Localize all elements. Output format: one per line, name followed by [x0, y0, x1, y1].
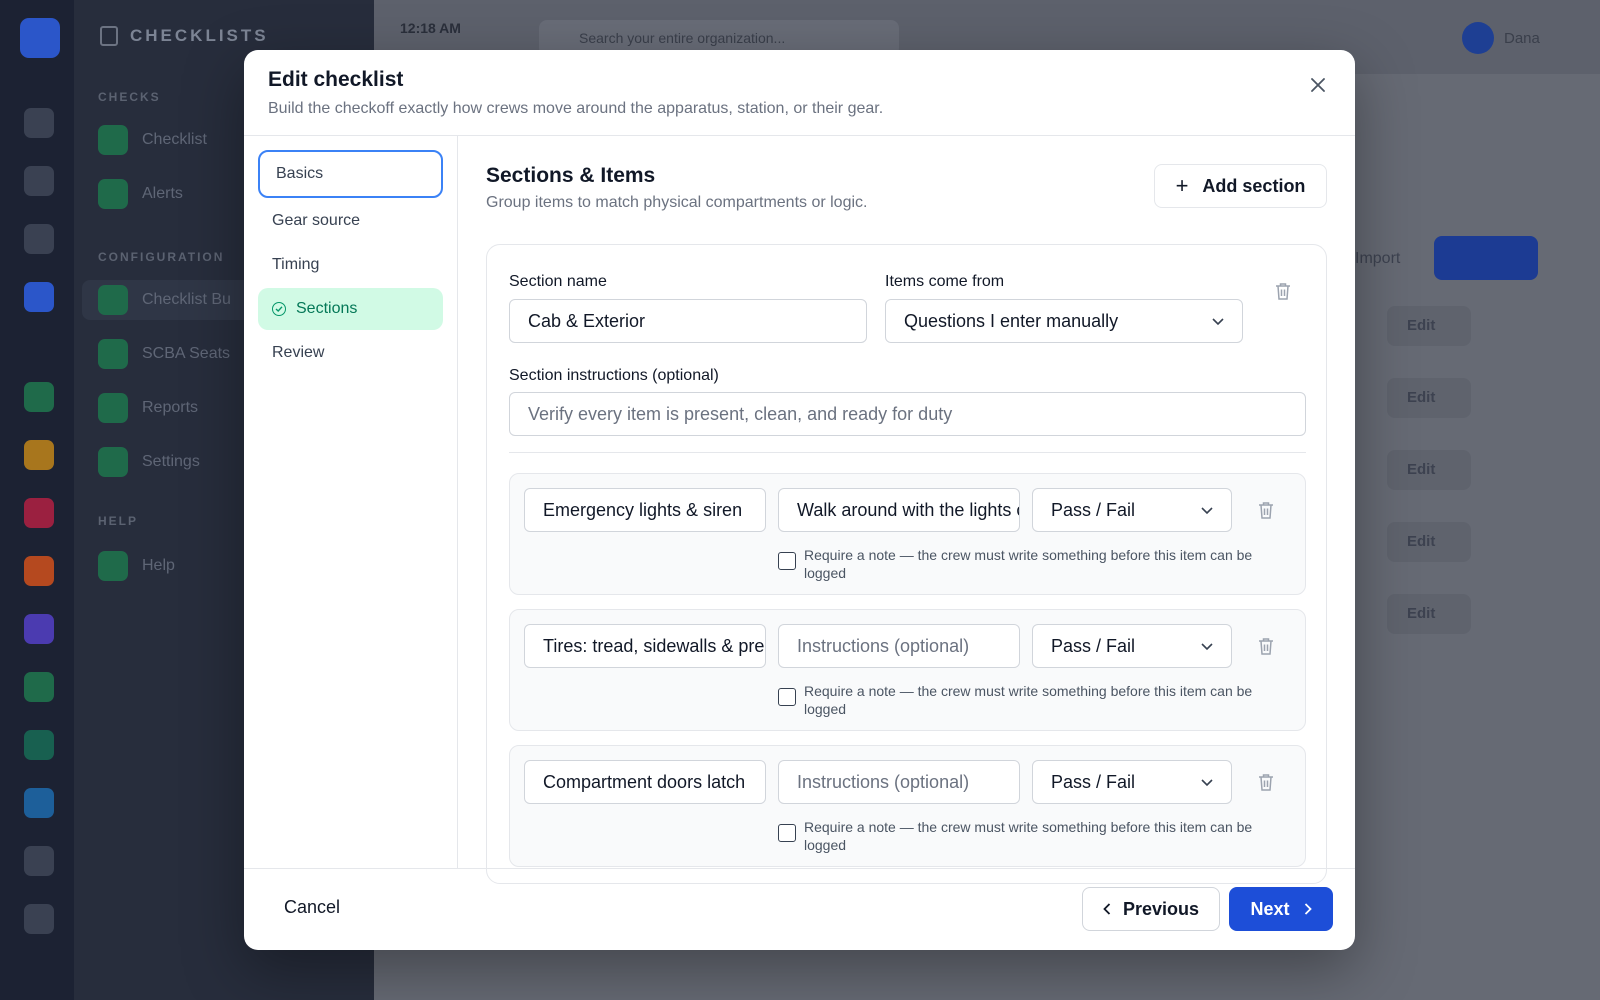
item-name-input[interactable]: Compartment doors latch	[524, 760, 766, 804]
step-gear-source[interactable]: Gear source	[258, 200, 443, 242]
row-edit-button[interactable]: Edit	[1387, 594, 1471, 634]
require-note-label: Require a note — the crew must write som…	[804, 547, 1253, 581]
chat-app-icon	[24, 730, 54, 760]
dialog-footer: Cancel Previous Next	[244, 868, 1355, 950]
nav-item-icon	[98, 551, 128, 581]
section-instructions-label: Section instructions (optional)	[509, 367, 719, 384]
checklist-item: Emergency lights & siren Walk around wit…	[509, 473, 1306, 595]
clipboard-icon	[100, 26, 118, 46]
apps-icon	[24, 282, 54, 312]
item-type-select[interactable]: Pass / Fail	[1032, 624, 1232, 668]
item-type-select[interactable]: Pass / Fail	[1032, 760, 1232, 804]
nav-item-icon	[98, 393, 128, 423]
megaphone-icon	[24, 166, 54, 196]
dialog-title: Edit checklist	[268, 68, 404, 91]
previous-button[interactable]: Previous	[1082, 887, 1220, 931]
item-instructions-input[interactable]: Instructions (optional)	[778, 760, 1020, 804]
clock: 12:18 AM	[400, 20, 461, 36]
require-note-checkbox[interactable]	[778, 688, 796, 706]
require-note-checkbox[interactable]	[778, 552, 796, 570]
nav-item-icon	[98, 285, 128, 315]
sections-header: Sections & Items Group items to match ph…	[486, 164, 1327, 240]
inventory-app-icon	[24, 440, 54, 470]
step-review[interactable]: Review	[258, 332, 443, 374]
row-edit-button[interactable]: Edit	[1387, 306, 1471, 346]
items-source-select[interactable]: Questions I enter manually	[885, 299, 1243, 343]
require-note-checkbox[interactable]	[778, 824, 796, 842]
require-note-label: Require a note — the crew must write som…	[804, 819, 1253, 853]
delete-item-icon[interactable]	[1255, 635, 1277, 657]
sidenav-title: CHECKLISTS	[100, 26, 269, 46]
avatar[interactable]	[1462, 22, 1494, 54]
chevron-down-icon	[1212, 313, 1224, 329]
checklists-app-icon	[24, 672, 54, 702]
nav-item-icon	[98, 125, 128, 155]
plus-icon: +	[1175, 173, 1189, 198]
chevron-down-icon	[1201, 774, 1213, 790]
app-logo	[20, 18, 60, 58]
nav-item-icon	[98, 447, 128, 477]
delete-section-icon[interactable]	[1272, 280, 1294, 302]
nav-group-label: CHECKS	[98, 90, 161, 104]
section-card: Section name Cab & Exterior Items come f…	[486, 244, 1327, 884]
training-app-icon	[24, 614, 54, 644]
import-button[interactable]: Import	[1355, 250, 1400, 268]
mail-app-icon	[24, 788, 54, 818]
schedule-app-icon	[24, 498, 54, 528]
nav-item-icon	[98, 339, 128, 369]
item-instructions-input[interactable]: Walk around with the lights on	[778, 488, 1020, 532]
app-rail	[0, 0, 74, 1000]
nav-group-label: CONFIGURATION	[98, 250, 225, 264]
step-basics[interactable]: Basics	[258, 150, 443, 198]
message-icon	[24, 904, 54, 934]
require-note-row: Require a note — the crew must write som…	[778, 546, 1278, 582]
cancel-button[interactable]: Cancel	[284, 897, 340, 918]
item-instructions-input[interactable]: Instructions (optional)	[778, 624, 1020, 668]
check-circle-icon	[272, 302, 286, 316]
require-note-row: Require a note — the crew must write som…	[778, 818, 1278, 854]
nav-group-label: HELP	[98, 514, 139, 528]
section-name-label: Section name	[509, 273, 607, 290]
item-type-select[interactable]: Pass / Fail	[1032, 488, 1232, 532]
check-app-icon	[24, 382, 54, 412]
row-edit-button[interactable]: Edit	[1387, 522, 1471, 562]
add-section-button[interactable]: + Add section	[1154, 164, 1327, 208]
edit-checklist-dialog: Edit checklist Build the checkoff exactl…	[244, 50, 1355, 950]
delete-item-icon[interactable]	[1255, 771, 1277, 793]
dialog-subtitle: Build the checkoff exactly how crews mov…	[268, 100, 884, 117]
section-name-input[interactable]: Cab & Exterior	[509, 299, 867, 343]
chevron-right-icon	[1304, 899, 1312, 920]
nav-item-icon	[98, 179, 128, 209]
new-button[interactable]	[1434, 236, 1538, 280]
home-icon	[24, 108, 54, 138]
checklist-item: Compartment doors latch Instructions (op…	[509, 745, 1306, 867]
checklist-item: Tires: tread, sidewalls & pressure Instr…	[509, 609, 1306, 731]
steps-nav: Basics Gear source Timing Sections Revie…	[244, 136, 458, 868]
dialog-header: Edit checklist Build the checkoff exactl…	[244, 50, 1355, 136]
shield-icon	[24, 846, 54, 876]
user-name: Dana	[1504, 30, 1540, 47]
step-sections[interactable]: Sections	[258, 288, 443, 330]
step-timing[interactable]: Timing	[258, 244, 443, 286]
incident-app-icon	[24, 556, 54, 586]
close-icon[interactable]	[1305, 72, 1331, 98]
items-source-label: Items come from	[885, 273, 1005, 290]
item-name-input[interactable]: Tires: tread, sidewalls & pressure	[524, 624, 766, 668]
require-note-label: Require a note — the crew must write som…	[804, 683, 1253, 717]
divider	[509, 452, 1306, 453]
chevron-down-icon	[1201, 638, 1213, 654]
delete-item-icon[interactable]	[1255, 499, 1277, 521]
chevron-down-icon	[1201, 502, 1213, 518]
require-note-row: Require a note — the crew must write som…	[778, 682, 1278, 718]
chevron-left-icon	[1103, 899, 1111, 920]
item-name-input[interactable]: Emergency lights & siren	[524, 488, 766, 532]
next-button[interactable]: Next	[1229, 887, 1333, 931]
section-instructions-input[interactable]: Verify every item is present, clean, and…	[509, 392, 1306, 436]
calendar-icon	[24, 224, 54, 254]
row-edit-button[interactable]: Edit	[1387, 378, 1471, 418]
row-edit-button[interactable]: Edit	[1387, 450, 1471, 490]
